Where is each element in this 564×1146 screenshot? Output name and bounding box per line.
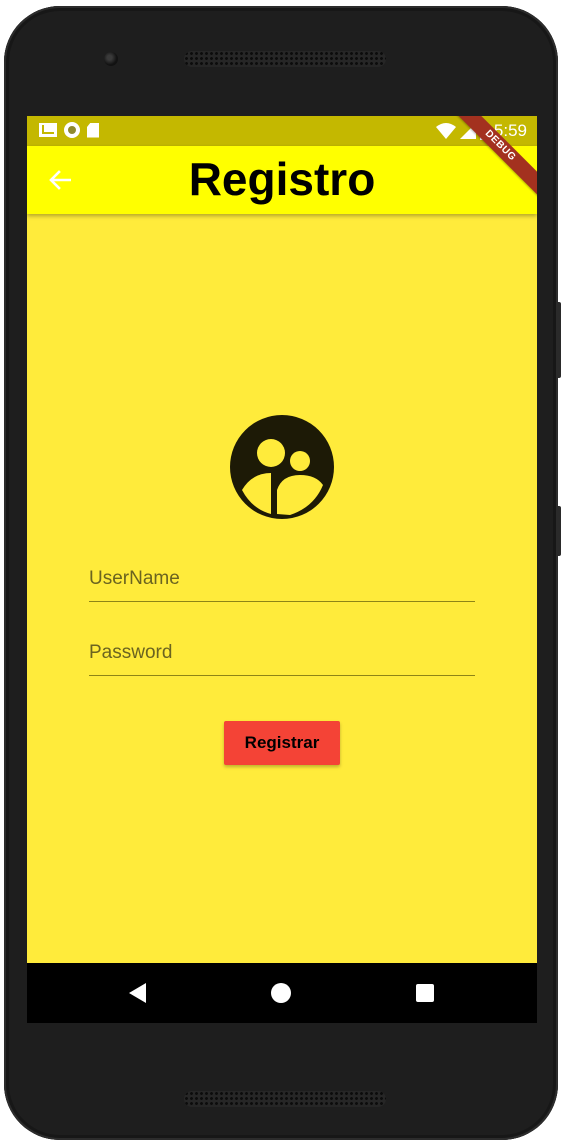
username-input[interactable] xyxy=(89,551,475,601)
nav-home-icon[interactable] xyxy=(271,983,291,1003)
front-camera xyxy=(104,52,118,66)
username-field[interactable] xyxy=(89,551,475,602)
password-input[interactable] xyxy=(89,625,475,675)
sd-card-icon xyxy=(87,122,99,138)
supervised-user-circle-icon xyxy=(230,415,334,519)
circle-notification-icon xyxy=(64,122,80,138)
status-bar: 5:59 xyxy=(27,116,537,146)
navigation-bar xyxy=(27,963,537,1023)
register-button[interactable]: Registrar xyxy=(224,721,340,765)
page-title: Registro xyxy=(188,153,376,205)
top-speaker xyxy=(184,51,386,67)
nav-recents-icon[interactable] xyxy=(416,984,434,1002)
screen: 5:59 Registro DEBUG Registrar xyxy=(27,116,537,1023)
power-button xyxy=(556,506,561,556)
bottom-speaker xyxy=(184,1091,386,1107)
password-field[interactable] xyxy=(89,625,475,676)
wifi-icon xyxy=(435,123,456,139)
nav-back-icon[interactable] xyxy=(129,983,146,1003)
app-bar: Registro xyxy=(27,146,537,214)
gmail-icon xyxy=(39,123,57,137)
volume-button xyxy=(556,302,561,378)
